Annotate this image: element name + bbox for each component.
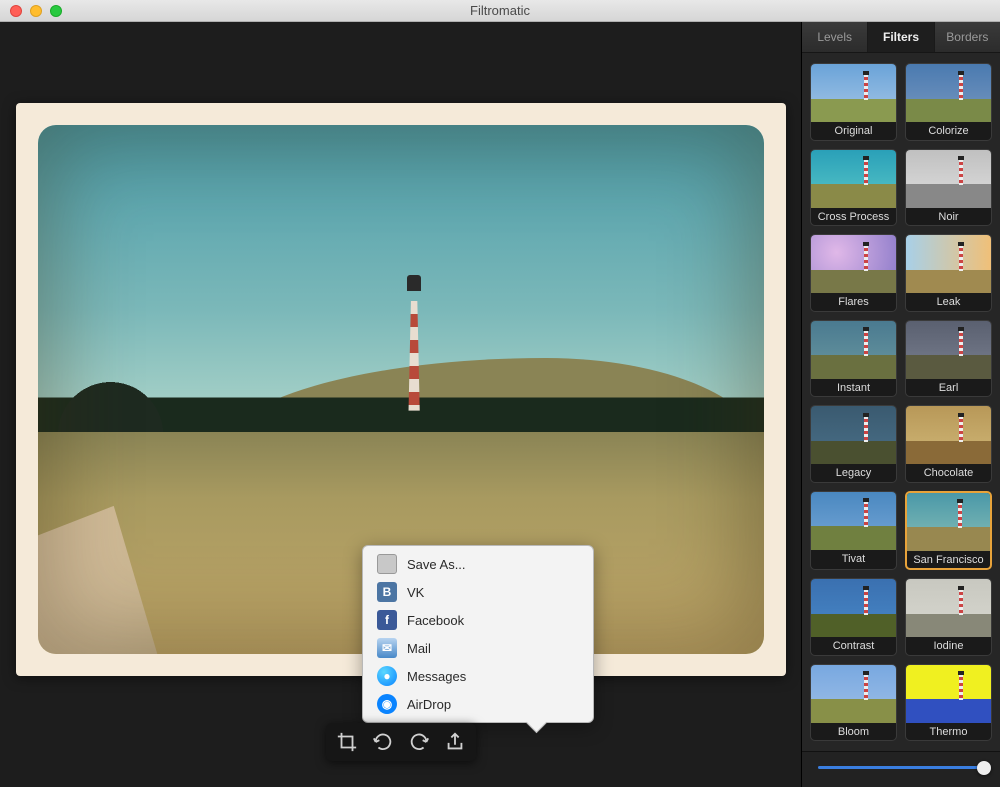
share-item-label: Save As... bbox=[407, 557, 466, 572]
saveas-icon bbox=[377, 554, 397, 574]
mail-icon: ✉ bbox=[377, 638, 397, 658]
close-button[interactable] bbox=[10, 5, 22, 17]
share-item-mail[interactable]: ✉ Mail bbox=[363, 634, 593, 662]
slider-thumb[interactable] bbox=[977, 761, 991, 775]
filter-label: Thermo bbox=[906, 723, 991, 740]
filter-label: Contrast bbox=[811, 637, 896, 654]
share-item-label: Mail bbox=[407, 641, 431, 656]
filter-bloom[interactable]: Bloom bbox=[810, 664, 897, 742]
filter-thumbnail bbox=[811, 321, 896, 379]
tab-filters[interactable]: Filters bbox=[868, 22, 934, 52]
share-button[interactable] bbox=[442, 729, 468, 755]
filter-label: Instant bbox=[811, 379, 896, 396]
canvas-area: Save As... B VK f Facebook ✉ Mail ● Messages ◉ Air… bbox=[0, 22, 801, 787]
filter-thumbnail bbox=[906, 665, 991, 723]
filter-label: Original bbox=[811, 122, 896, 139]
filter-colorize[interactable]: Colorize bbox=[905, 63, 992, 141]
filter-thumbnail bbox=[906, 64, 991, 122]
filter-earl[interactable]: Earl bbox=[905, 320, 992, 398]
filter-thumbnail bbox=[811, 492, 896, 550]
crop-icon bbox=[336, 731, 358, 753]
filter-label: Iodine bbox=[906, 637, 991, 654]
filter-noir[interactable]: Noir bbox=[905, 149, 992, 227]
filter-label: Leak bbox=[906, 293, 991, 310]
share-item-fb[interactable]: f Facebook bbox=[363, 606, 593, 634]
filter-flares[interactable]: Flares bbox=[810, 234, 897, 312]
filter-thumbnail bbox=[906, 321, 991, 379]
airdrop-icon: ◉ bbox=[377, 694, 397, 714]
filter-instant[interactable]: Instant bbox=[810, 320, 897, 398]
share-item-label: Facebook bbox=[407, 613, 464, 628]
filter-san-francisco[interactable]: San Francisco bbox=[905, 491, 992, 571]
share-item-msg[interactable]: ● Messages bbox=[363, 662, 593, 690]
filter-thumbnail bbox=[906, 150, 991, 208]
filter-thumbnail bbox=[906, 579, 991, 637]
redo-icon bbox=[408, 731, 430, 753]
filter-thumbnail bbox=[811, 579, 896, 637]
intensity-slider-area bbox=[802, 751, 1000, 787]
sidebar: LevelsFiltersBorders Original Colorize Cro… bbox=[801, 22, 1000, 787]
filter-chocolate[interactable]: Chocolate bbox=[905, 405, 992, 483]
undo-icon bbox=[372, 731, 394, 753]
filter-label: Chocolate bbox=[906, 464, 991, 481]
filter-thumbnail bbox=[907, 493, 990, 551]
redo-button[interactable] bbox=[406, 729, 432, 755]
share-item-label: AirDrop bbox=[407, 697, 451, 712]
vk-icon: B bbox=[377, 582, 397, 602]
share-item-saveas[interactable]: Save As... bbox=[363, 550, 593, 578]
undo-button[interactable] bbox=[370, 729, 396, 755]
filter-original[interactable]: Original bbox=[810, 63, 897, 141]
intensity-slider[interactable] bbox=[818, 766, 984, 769]
filter-label: Cross Process bbox=[811, 208, 896, 225]
filter-label: Legacy bbox=[811, 464, 896, 481]
filter-thumbnail bbox=[906, 235, 991, 293]
filter-thumbnail bbox=[811, 235, 896, 293]
filter-thumbnail bbox=[906, 406, 991, 464]
filter-label: Earl bbox=[906, 379, 991, 396]
fb-icon: f bbox=[377, 610, 397, 630]
filter-label: Noir bbox=[906, 208, 991, 225]
msg-icon: ● bbox=[377, 666, 397, 686]
titlebar: Filtromatic bbox=[0, 0, 1000, 22]
tab-levels[interactable]: Levels bbox=[802, 22, 868, 52]
filter-tivat[interactable]: Tivat bbox=[810, 491, 897, 571]
share-item-label: Messages bbox=[407, 669, 466, 684]
filter-thumbnail bbox=[811, 64, 896, 122]
filter-cross-process[interactable]: Cross Process bbox=[810, 149, 897, 227]
share-menu: Save As... B VK f Facebook ✉ Mail ● Messages ◉ Air… bbox=[362, 545, 594, 723]
filter-label: San Francisco bbox=[907, 551, 990, 568]
share-icon bbox=[444, 731, 466, 753]
filter-label: Flares bbox=[811, 293, 896, 310]
sidebar-tabs: LevelsFiltersBorders bbox=[802, 22, 1000, 53]
share-item-airdrop[interactable]: ◉ AirDrop bbox=[363, 690, 593, 718]
tab-borders[interactable]: Borders bbox=[935, 22, 1000, 52]
filter-label: Tivat bbox=[811, 550, 896, 567]
share-item-vk[interactable]: B VK bbox=[363, 578, 593, 606]
toolbar bbox=[326, 723, 476, 761]
filter-thumbnail bbox=[811, 665, 896, 723]
filters-grid[interactable]: Original Colorize Cross Process Noir Flares L… bbox=[802, 53, 1000, 751]
maximize-button[interactable] bbox=[50, 5, 62, 17]
filter-label: Colorize bbox=[906, 122, 991, 139]
traffic-lights bbox=[10, 5, 62, 17]
filter-iodine[interactable]: Iodine bbox=[905, 578, 992, 656]
filter-thermo[interactable]: Thermo bbox=[905, 664, 992, 742]
filter-leak[interactable]: Leak bbox=[905, 234, 992, 312]
minimize-button[interactable] bbox=[30, 5, 42, 17]
filter-legacy[interactable]: Legacy bbox=[810, 405, 897, 483]
crop-button[interactable] bbox=[334, 729, 360, 755]
share-item-label: VK bbox=[407, 585, 424, 600]
filter-label: Bloom bbox=[811, 723, 896, 740]
filter-thumbnail bbox=[811, 406, 896, 464]
window-title: Filtromatic bbox=[0, 3, 1000, 18]
filter-thumbnail bbox=[811, 150, 896, 208]
filter-contrast[interactable]: Contrast bbox=[810, 578, 897, 656]
